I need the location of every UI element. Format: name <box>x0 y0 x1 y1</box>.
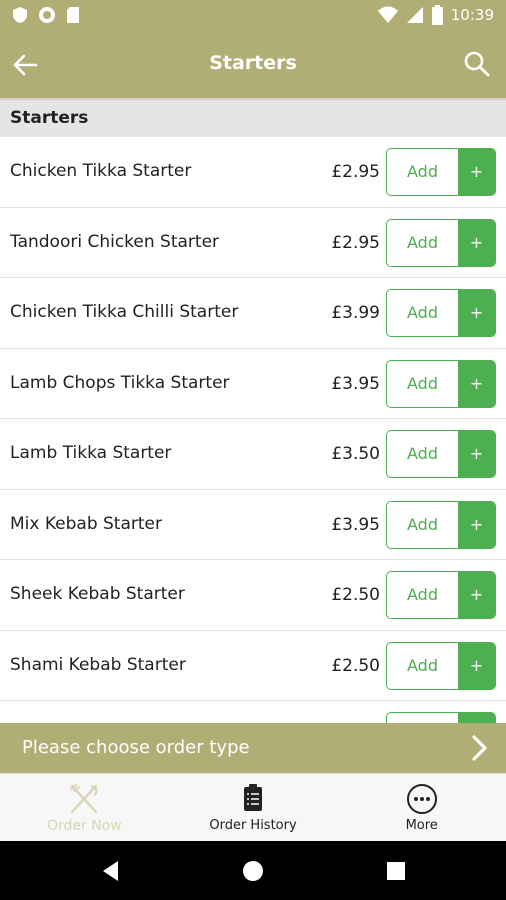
add-to-cart-button[interactable]: Add + <box>386 148 496 196</box>
circle-notification-icon <box>39 7 55 23</box>
item-price: £3.95 <box>331 514 380 535</box>
sd-card-icon <box>67 7 79 23</box>
item-name: Sheek Kebab Starter <box>10 584 185 604</box>
add-label: Add <box>407 232 438 252</box>
add-label: Add <box>407 162 438 181</box>
search-icon <box>464 51 490 77</box>
search-button[interactable] <box>462 49 492 79</box>
home-circle-icon[interactable] <box>240 858 266 884</box>
status-left-icons <box>12 6 80 24</box>
item-name: Shami Kebab Starter <box>10 654 186 675</box>
battery-icon <box>431 5 443 25</box>
chevron-right-icon <box>472 735 487 761</box>
item-name: Lamb Chops Tikka Starter <box>10 372 230 393</box>
menu-list[interactable]: Chicken Tikka Starter £2.95 Add + Tandoo… <box>0 137 506 723</box>
app-bar: Starters <box>0 32 506 98</box>
plus-icon <box>458 713 495 723</box>
clipboard-list-icon <box>244 784 262 811</box>
add-to-cart-button[interactable]: Add + <box>386 359 496 408</box>
menu-item: Mix Kebab Starter £3.95 Add + <box>0 489 506 560</box>
item-price: £3.95 <box>331 373 380 394</box>
plus-icon: + <box>458 501 495 548</box>
order-type-text: Please choose order type <box>22 737 250 758</box>
plus-icon: + <box>458 149 495 195</box>
add-to-cart-button[interactable] <box>386 712 496 723</box>
item-price: £3.50 <box>331 444 380 464</box>
plus-icon: + <box>458 572 495 618</box>
nav-label-order-now: Order Now <box>46 818 122 834</box>
add-label: Add <box>407 444 438 463</box>
item-name: Lamb Tikka Starter <box>10 443 172 463</box>
item-price: £2.95 <box>331 232 380 253</box>
nav-order-history[interactable]: Order History <box>169 774 338 841</box>
menu-item: Shami Kebab Starter £2.50 Add + <box>0 630 506 701</box>
wifi-icon <box>377 6 398 23</box>
plus-icon: + <box>458 431 495 477</box>
system-nav-bar <box>0 841 506 900</box>
item-price: £2.50 <box>331 585 380 605</box>
menu-item <box>0 701 506 723</box>
recents-square-icon[interactable] <box>383 858 409 884</box>
choose-order-type-bar[interactable]: Please choose order type <box>0 723 506 773</box>
nav-label-more: More <box>405 818 438 833</box>
menu-item: Sheek Kebab Starter £2.50 Add + <box>0 560 506 631</box>
item-price: £2.95 <box>331 162 380 182</box>
plus-icon: + <box>458 290 495 336</box>
plus-icon: + <box>458 642 495 689</box>
add-label: Add <box>407 303 438 322</box>
menu-item: Lamb Chops Tikka Starter £3.95 Add + <box>0 348 506 419</box>
shield-icon <box>13 7 27 23</box>
item-name: Tandoori Chicken Starter <box>10 231 220 252</box>
add-label <box>387 713 458 723</box>
section-header: Starters <box>0 98 506 137</box>
plus-icon: + <box>458 360 495 407</box>
item-price: £2.50 <box>331 655 380 676</box>
add-to-cart-button[interactable]: Add + <box>386 218 496 267</box>
bottom-nav: Order Now Order History More <box>0 773 506 841</box>
menu-item: Tandoori Chicken Starter £2.95 Add + <box>0 207 506 278</box>
item-price: £3.99 <box>331 303 380 323</box>
plus-icon: + <box>458 219 495 266</box>
add-label: Add <box>407 373 438 393</box>
status-bar: 10:39 <box>0 0 506 32</box>
add-to-cart-button[interactable]: Add + <box>386 641 496 690</box>
nav-more[interactable]: More <box>337 774 506 841</box>
add-label: Add <box>407 655 438 675</box>
back-triangle-icon[interactable] <box>98 858 124 884</box>
cutlery-icon <box>70 784 98 814</box>
add-to-cart-button[interactable]: Add + <box>386 289 496 337</box>
add-label: Add <box>407 514 438 534</box>
signal-icon <box>406 7 423 23</box>
section-title: Starters <box>10 108 89 128</box>
add-to-cart-button[interactable]: Add + <box>386 500 496 549</box>
nav-order-now[interactable]: Order Now <box>0 774 169 841</box>
add-label: Add <box>407 585 438 604</box>
item-name: Mix Kebab Starter <box>10 513 162 534</box>
page-title: Starters <box>209 52 297 74</box>
add-to-cart-button[interactable]: Add + <box>386 571 496 619</box>
status-right-icons: 10:39 <box>377 5 494 25</box>
menu-item: Chicken Tikka Chilli Starter £3.99 Add + <box>0 278 506 349</box>
item-name: Chicken Tikka Starter <box>10 161 192 181</box>
status-time: 10:39 <box>450 6 494 24</box>
more-horizontal-icon <box>406 784 437 814</box>
menu-item: Chicken Tikka Starter £2.95 Add + <box>0 137 506 208</box>
nav-label-order-history: Order History <box>209 818 297 833</box>
menu-item: Lamb Tikka Starter £3.50 Add + <box>0 419 506 490</box>
item-name: Chicken Tikka Chilli Starter <box>10 302 239 322</box>
add-to-cart-button[interactable]: Add + <box>386 430 496 478</box>
